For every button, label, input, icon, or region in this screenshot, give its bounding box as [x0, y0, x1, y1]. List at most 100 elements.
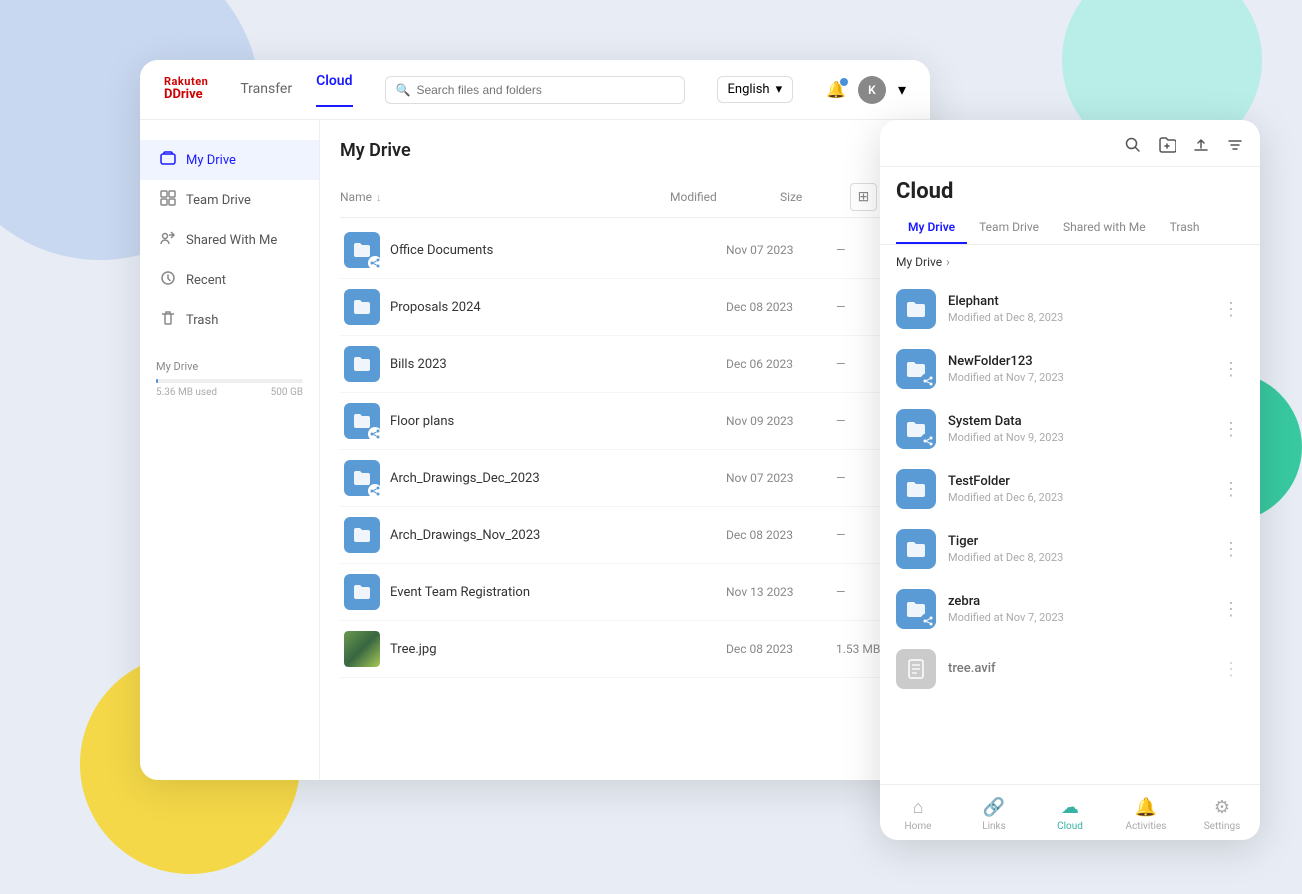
search-bar[interactable]: 🔍	[385, 76, 685, 104]
grid-view-button[interactable]: ⊞	[850, 183, 877, 211]
file-modified: Nov 07 2023	[726, 471, 836, 485]
more-options-button[interactable]: ⋮	[1218, 595, 1244, 624]
sidebar-item-team-drive[interactable]: Team Drive	[140, 180, 319, 220]
search-icon: 🔍	[396, 83, 411, 97]
folder-shared-icon	[344, 460, 380, 496]
file-name: Tree.jpg	[390, 642, 726, 657]
file-info: NewFolder123 Modified at Nov 7, 2023	[948, 354, 1218, 384]
folder-shared-icon	[896, 589, 936, 629]
table-row[interactable]: Event Team Registration Nov 13 2023 —	[340, 564, 910, 621]
bottom-nav-settings-label: Settings	[1204, 821, 1241, 832]
file-name: Arch_Drawings_Dec_2023	[390, 471, 726, 486]
file-name: Bills 2023	[390, 357, 726, 372]
table-row[interactable]: Bills 2023 Dec 06 2023 —	[340, 336, 910, 393]
folder-icon	[344, 289, 380, 325]
team-drive-icon	[160, 190, 176, 210]
list-item[interactable]: tree.avif ⋮	[888, 639, 1252, 699]
file-area: My Drive Name ↓ Modified Size ⊞ ≡	[320, 120, 930, 780]
panel-upload-icon[interactable]	[1192, 136, 1210, 158]
folder-shared-icon	[896, 409, 936, 449]
table-row[interactable]: Floor plans Nov 09 2023 —	[340, 393, 910, 450]
panel-tab-team-drive[interactable]: Team Drive	[967, 212, 1051, 244]
sidebar-item-shared-with-me[interactable]: Shared With Me	[140, 220, 319, 260]
tab-cloud[interactable]: Cloud	[316, 73, 352, 107]
file-name: Office Documents	[390, 243, 726, 258]
more-options-button[interactable]: ⋮	[1218, 475, 1244, 504]
storage-label: My Drive	[156, 360, 198, 373]
table-row[interactable]: Proposals 2024 Dec 08 2023 —	[340, 279, 910, 336]
bottom-nav-links[interactable]: 🔗 Links	[956, 793, 1032, 836]
table-row[interactable]: Tree.jpg Dec 08 2023 1.53 MB	[340, 621, 910, 678]
more-options-button[interactable]: ⋮	[1218, 655, 1244, 684]
more-options-button[interactable]: ⋮	[1218, 415, 1244, 444]
panel-file-name: TestFolder	[948, 474, 1218, 489]
more-options-button[interactable]: ⋮	[1218, 355, 1244, 384]
bottom-nav-cloud[interactable]: ☁ Cloud	[1032, 793, 1108, 836]
panel-sort-icon[interactable]	[1226, 136, 1244, 158]
sidebar-item-trash[interactable]: Trash	[140, 300, 319, 340]
list-item[interactable]: System Data Modified at Nov 9, 2023 ⋮	[888, 399, 1252, 459]
file-name: Arch_Drawings_Nov_2023	[390, 528, 726, 543]
list-item[interactable]: Tiger Modified at Dec 8, 2023 ⋮	[888, 519, 1252, 579]
panel-file-date: Modified at Dec 6, 2023	[948, 491, 1218, 504]
bottom-nav-home-label: Home	[905, 821, 932, 832]
user-avatar[interactable]: K	[858, 76, 886, 104]
sidebar-item-my-drive[interactable]: My Drive	[140, 140, 319, 180]
notification-button[interactable]: 🔔	[826, 80, 846, 99]
panel-search-icon[interactable]	[1124, 136, 1142, 158]
table-row[interactable]: Arch_Drawings_Nov_2023 Dec 08 2023 —	[340, 507, 910, 564]
panel-tab-trash[interactable]: Trash	[1158, 212, 1212, 244]
storage-total: 500 GB	[271, 387, 303, 398]
recent-label: Recent	[186, 273, 226, 288]
table-row[interactable]: Office Documents Nov 07 2023 —	[340, 222, 910, 279]
panel-file-date: Modified at Dec 8, 2023	[948, 551, 1218, 564]
list-item[interactable]: Elephant Modified at Dec 8, 2023 ⋮	[888, 279, 1252, 339]
panel-toolbar	[880, 120, 1260, 167]
my-drive-label: My Drive	[186, 153, 236, 168]
col-name-label: Name	[340, 190, 372, 204]
app-header: Rakuten DDrive Transfer Cloud 🔍 English …	[140, 60, 930, 120]
col-modified-label: Modified	[670, 190, 780, 204]
file-info: System Data Modified at Nov 9, 2023	[948, 414, 1218, 444]
search-input[interactable]	[416, 83, 673, 97]
folder-shared-icon	[344, 403, 380, 439]
language-selector[interactable]: English ▾	[717, 76, 794, 103]
sort-icon[interactable]: ↓	[376, 191, 382, 204]
panel-new-folder-icon[interactable]	[1158, 136, 1176, 158]
sidebar-item-recent[interactable]: Recent	[140, 260, 319, 300]
file-modified: Dec 08 2023	[726, 642, 836, 656]
file-info: Elephant Modified at Dec 8, 2023	[948, 294, 1218, 324]
bottom-nav-activities[interactable]: 🔔 Activities	[1108, 793, 1184, 836]
storage-used: 5.36 MB used	[156, 387, 217, 398]
tab-transfer[interactable]: Transfer	[240, 81, 292, 99]
list-item[interactable]: NewFolder123 Modified at Nov 7, 2023 ⋮	[888, 339, 1252, 399]
team-drive-label: Team Drive	[186, 193, 251, 208]
panel-tab-my-drive[interactable]: My Drive	[896, 212, 967, 244]
list-item[interactable]: zebra Modified at Nov 7, 2023 ⋮	[888, 579, 1252, 639]
bottom-navigation: ⌂ Home 🔗 Links ☁ Cloud 🔔 Activities ⚙ Se…	[880, 784, 1260, 840]
panel-file-name: System Data	[948, 414, 1218, 429]
file-info: Tiger Modified at Dec 8, 2023	[948, 534, 1218, 564]
list-item[interactable]: TestFolder Modified at Dec 6, 2023 ⋮	[888, 459, 1252, 519]
folder-icon	[896, 289, 936, 329]
header-nav: Transfer Cloud	[240, 73, 352, 106]
notification-dot	[840, 78, 848, 86]
panel-file-date: Modified at Nov 7, 2023	[948, 371, 1218, 384]
col-size-label: Size	[780, 190, 850, 204]
bottom-nav-cloud-label: Cloud	[1057, 821, 1083, 832]
file-modified: Nov 09 2023	[726, 414, 836, 428]
trash-label: Trash	[186, 313, 218, 328]
bottom-nav-home[interactable]: ⌂ Home	[880, 793, 956, 836]
more-options-button[interactable]: ⋮	[1218, 295, 1244, 324]
more-options-button[interactable]: ⋮	[1218, 535, 1244, 564]
panel-tab-shared-with-me[interactable]: Shared with Me	[1051, 212, 1158, 244]
folder-icon	[896, 529, 936, 569]
table-row[interactable]: Arch_Drawings_Dec_2023 Nov 07 2023 —	[340, 450, 910, 507]
folder-icon	[896, 469, 936, 509]
file-modified: Nov 07 2023	[726, 243, 836, 257]
breadcrumb-current: My Drive	[896, 255, 942, 269]
file-name: Floor plans	[390, 414, 726, 429]
logo-drive-text: DDrive	[164, 88, 208, 102]
chevron-down-icon-user: ▾	[898, 80, 906, 99]
bottom-nav-settings[interactable]: ⚙ Settings	[1184, 793, 1260, 836]
